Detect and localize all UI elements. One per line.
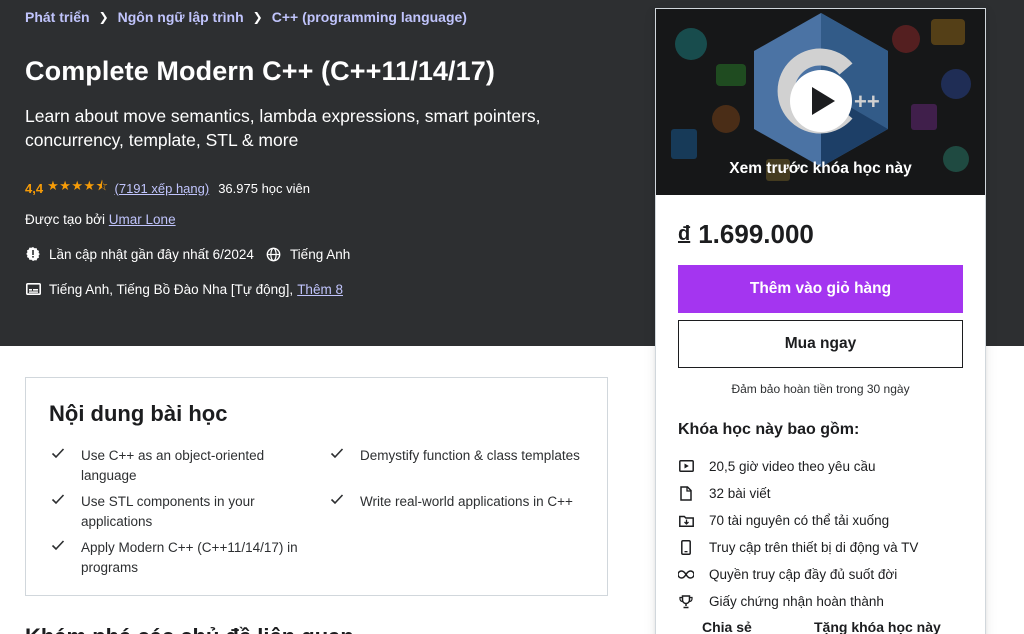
course-language: Tiếng Anh (289, 246, 351, 262)
includes-title: Khóa học này bao gồm: (678, 421, 860, 438)
breadcrumb-item-cpp[interactable]: C++ (programming language) (272, 9, 467, 25)
rating-row: 4,4 ★★★★⯪ (7191 xếp hạng) 36.975 học viê… (25, 177, 310, 199)
includes-item-label: Quyền truy cập đầy đủ suốt đời (709, 567, 898, 582)
caption-languages: Tiếng Anh, Tiếng Bồ Đào Nha [Tự động], (49, 281, 294, 297)
more-captions-link[interactable]: Thêm 8 (297, 282, 343, 297)
course-meta-captions: Tiếng Anh, Tiếng Bồ Đào Nha [Tự động], T… (25, 281, 343, 297)
includes-item: Giấy chứng nhận hoàn thành (678, 588, 918, 615)
currency-symbol: đ (678, 223, 691, 245)
includes-item-label: 32 bài viết (709, 486, 771, 501)
includes-item-label: 70 tài nguyên có thể tải xuống (709, 513, 890, 528)
gift-course-link[interactable]: Tặng khóa học này (814, 619, 941, 634)
includes-item-label: Giấy chứng nhận hoàn thành (709, 594, 884, 609)
chevron-right-icon: ❯ (98, 10, 109, 24)
money-back-guarantee: Đảm bảo hoàn tiền trong 30 ngày (731, 382, 910, 396)
includes-item: 32 bài viết (678, 480, 918, 507)
video-icon (678, 459, 694, 475)
includes-item: 20,5 giờ video theo yêu cầu (678, 453, 918, 480)
price-value: 1.699.000 (698, 219, 814, 249)
learn-item: Write real-world applications in C++ (330, 492, 585, 512)
course-preview[interactable]: ++ Xem trước khóa học này (656, 9, 985, 195)
learn-item-text: Use C++ as an object-oriented language (81, 448, 265, 483)
closed-caption-icon (25, 281, 41, 297)
created-by: Được tạo bởi Umar Lone (25, 212, 176, 227)
checkmark-icon (330, 447, 344, 466)
globe-icon (266, 246, 282, 262)
learn-item: Use STL components in your applications (51, 492, 306, 531)
breadcrumb-item-development[interactable]: Phát triển (25, 9, 90, 25)
course-meta-updated: Lần cập nhật gần đây nhất 6/2024 Tiếng A… (25, 246, 350, 262)
mobile-icon (678, 540, 694, 556)
learn-item-text: Demystify function & class templates (360, 448, 580, 463)
created-by-label: Được tạo bởi (25, 212, 106, 227)
course-title: Complete Modern C++ (C++11/14/17) (25, 56, 495, 86)
includes-list: 20,5 giờ video theo yêu cầu 32 bài viết … (678, 453, 918, 615)
learn-item: Use C++ as an object-oriented language (51, 446, 306, 485)
related-topics-title: Khám phá các chủ đề liên quan (25, 624, 354, 634)
student-count: 36.975 học viên (218, 180, 310, 196)
rating-score: 4,4 (25, 180, 44, 196)
learn-item-text: Write real-world applications in C++ (360, 494, 573, 509)
last-updated: Lần cập nhật gần đây nhất 6/2024 (49, 246, 254, 262)
checkmark-icon (51, 539, 65, 577)
learn-item: Apply Modern C++ (C++11/14/17) in progra… (51, 538, 306, 577)
includes-item: Truy cập trên thiết bị di động và TV (678, 534, 918, 561)
breadcrumb: Phát triển ❯ Ngôn ngữ lập trình ❯ C++ (p… (25, 9, 467, 25)
learn-item-text: Use STL components in your applications (81, 494, 255, 529)
checkmark-icon (51, 493, 65, 531)
trophy-icon (678, 594, 694, 610)
purchase-card: ++ Xem trước khóa học này đ 1.699.000 Thê… (655, 8, 986, 634)
star-rating-icon: ★★★★⯪ (47, 178, 109, 193)
instructor-link[interactable]: Umar Lone (109, 212, 176, 227)
add-to-cart-button[interactable]: Thêm vào giỏ hàng (678, 265, 963, 313)
share-link[interactable]: Chia sẻ (702, 619, 752, 634)
course-price: đ 1.699.000 (678, 219, 814, 250)
buy-now-button[interactable]: Mua ngay (678, 320, 963, 368)
learn-item: Demystify function & class templates (330, 446, 585, 466)
alert-badge-icon (25, 246, 41, 262)
includes-item: 70 tài nguyên có thể tải xuống (678, 507, 918, 534)
course-subtitle: Learn about move semantics, lambda expre… (25, 106, 541, 150)
breadcrumb-item-programming-languages[interactable]: Ngôn ngữ lập trình (118, 9, 244, 25)
download-icon (678, 513, 694, 529)
what-you-learn-title: Nội dung bài học (49, 401, 228, 426)
checkmark-icon (51, 447, 65, 485)
rating-count-link[interactable]: (7191 xếp hạng) (115, 181, 210, 196)
infinity-icon (678, 567, 694, 583)
file-icon (678, 486, 694, 502)
includes-item-label: Truy cập trên thiết bị di động và TV (709, 540, 919, 555)
includes-item-label: 20,5 giờ video theo yêu cầu (709, 459, 876, 474)
checkmark-icon (330, 493, 344, 512)
learn-item-text: Apply Modern C++ (C++11/14/17) in progra… (81, 540, 298, 575)
chevron-right-icon: ❯ (252, 10, 263, 24)
what-you-learn-box: Nội dung bài học Use C++ as an object-or… (25, 377, 608, 596)
preview-label: Xem trước khóa học này (729, 160, 912, 177)
includes-item: Quyền truy cập đầy đủ suốt đời (678, 561, 918, 588)
